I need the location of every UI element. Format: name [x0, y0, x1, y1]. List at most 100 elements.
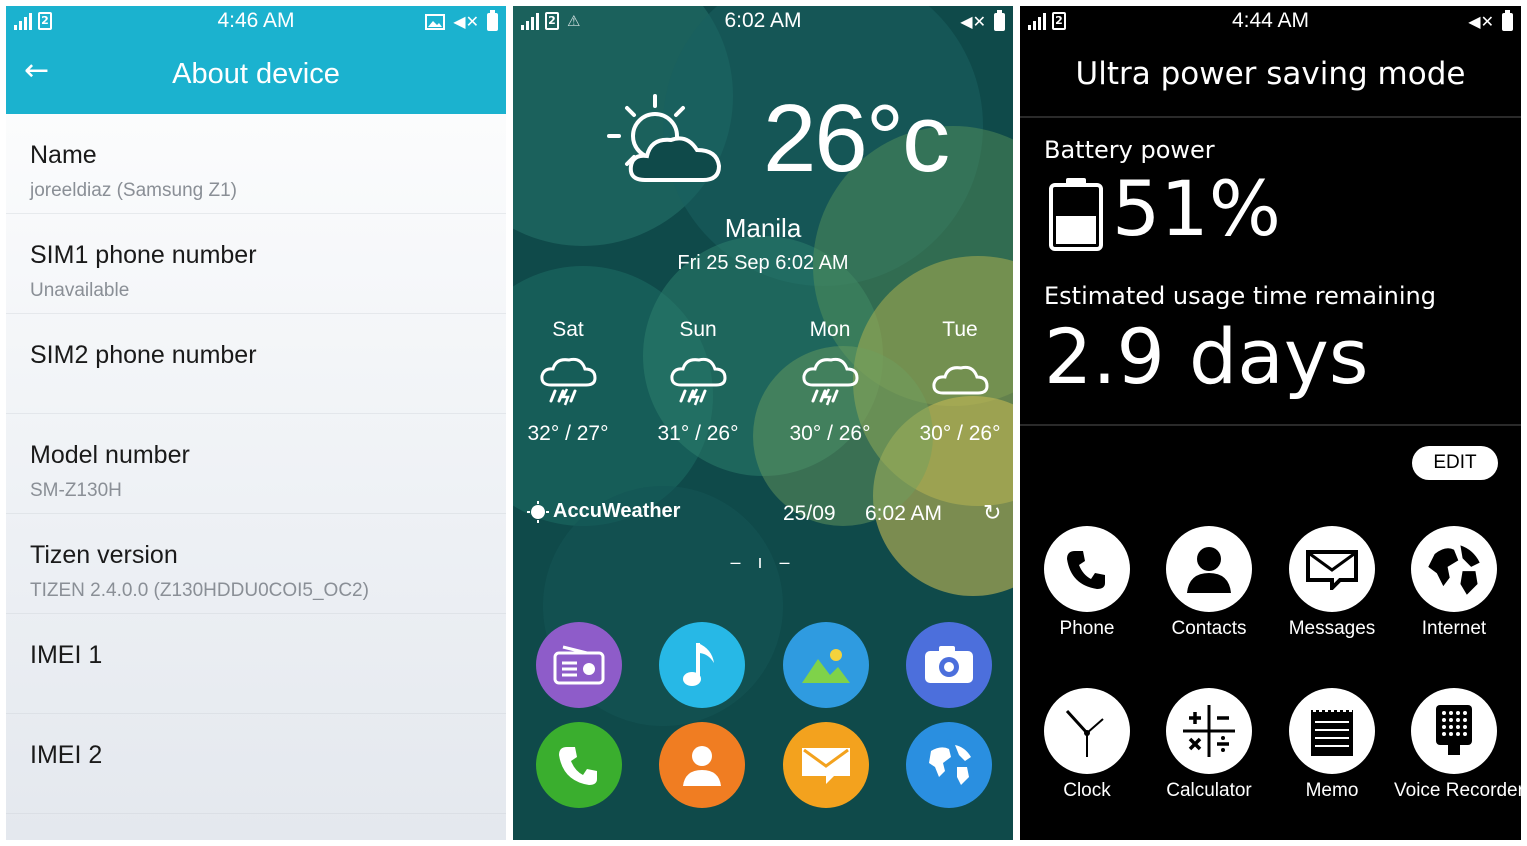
- app-label: Voice Recorder: [1394, 780, 1521, 801]
- info-value: joreeldiaz (Samsung Z1): [30, 180, 237, 201]
- phone-icon: [1067, 551, 1105, 589]
- app-label: Clock: [1063, 780, 1111, 801]
- image-notification-icon: [425, 13, 446, 30]
- thunder-rain-icon: [540, 357, 597, 406]
- voice-recorder-icon: [1436, 705, 1472, 755]
- page-title: Ultra power saving mode: [1075, 56, 1466, 92]
- usage-time-label: Estimated usage time remaining: [1044, 282, 1436, 310]
- forecast-day-tue: Tue 30° / 26°: [905, 318, 1013, 446]
- messages-icon: [1306, 550, 1358, 590]
- battery-icon: [994, 9, 1005, 31]
- clock-icon: [1065, 709, 1104, 757]
- ups-app-voice-recorder[interactable]: Voice Recorder: [1394, 688, 1521, 802]
- city-name: Manila: [724, 213, 802, 243]
- page-title: About device: [172, 58, 340, 90]
- battery-icon: [1502, 9, 1513, 31]
- info-value: TIZEN 2.4.0.0 (Z130HDDU0COI5_OC2): [30, 580, 369, 601]
- forecast-day-mon: Mon 30° / 26°: [775, 318, 885, 446]
- about-device-screen: 2 4:46 AM ◀✕ ← About device Name joreeld…: [6, 6, 506, 840]
- forecast-day-sat: Sat 32° / 27°: [513, 318, 623, 446]
- cloud-icon: [932, 365, 989, 395]
- info-value: Unavailable: [30, 280, 130, 301]
- phone-app[interactable]: [536, 722, 622, 808]
- internet-icon: [923, 739, 975, 791]
- forecast-day-label: Tue: [942, 318, 978, 341]
- ups-app-contacts[interactable]: Contacts: [1149, 526, 1269, 640]
- camera-app[interactable]: [906, 622, 992, 708]
- ups-app-phone[interactable]: Phone: [1027, 526, 1147, 640]
- sun-cloud-icon: [607, 94, 722, 182]
- info-row-sim2[interactable]: SIM2 phone number: [6, 314, 506, 414]
- status-time: 4:44 AM: [1231, 9, 1310, 32]
- info-label: Model number: [30, 441, 190, 469]
- edit-button[interactable]: EDIT: [1412, 446, 1498, 480]
- radio-app[interactable]: [536, 622, 622, 708]
- app-label: Calculator: [1166, 780, 1252, 801]
- info-row-tizen[interactable]: Tizen version TIZEN 2.4.0.0 (Z130HDDU0CO…: [6, 514, 506, 614]
- forecast-day-label: Sun: [679, 318, 717, 341]
- info-label: SIM2 phone number: [30, 341, 257, 369]
- status-bar: 2 ⚠ 6:02 AM ◀✕: [513, 6, 1013, 36]
- info-row-imei2[interactable]: IMEI 2: [6, 714, 506, 814]
- app-label: Contacts: [1171, 618, 1247, 639]
- refresh-icon[interactable]: ↻: [983, 500, 1001, 526]
- forecast-range: 31° / 26°: [657, 422, 739, 445]
- updated-time: 6:02 AM: [865, 502, 943, 525]
- forecast-range: 32° / 27°: [527, 422, 609, 445]
- messages-app[interactable]: [783, 722, 869, 808]
- ups-app-clock[interactable]: Clock: [1027, 688, 1147, 802]
- mute-icon: ◀✕: [453, 12, 479, 31]
- thunder-rain-icon: [670, 357, 727, 406]
- forecast-day-label: Sat: [552, 318, 584, 341]
- contacts-app[interactable]: [659, 722, 745, 808]
- contacts-icon: [1187, 547, 1231, 593]
- device-info-list: Name joreeldiaz (Samsung Z1) SIM1 phone …: [6, 114, 506, 814]
- app-label: Messages: [1288, 618, 1376, 639]
- forecast-range: 30° / 26°: [789, 422, 871, 445]
- app-label: Internet: [1421, 618, 1487, 639]
- battery-power-value: 51%: [1112, 164, 1281, 253]
- globe-icon: [1428, 545, 1480, 595]
- status-bar: 2 4:44 AM ◀✕: [1020, 6, 1521, 36]
- info-label: Tizen version: [30, 541, 178, 569]
- info-value: SM-Z130H: [30, 480, 122, 501]
- home-weather-screen: 2 ⚠ 6:02 AM ◀✕ 26°c Manila Fri 25 Sep 6:…: [513, 6, 1013, 840]
- ups-app-calculator[interactable]: Calculator: [1149, 688, 1269, 802]
- ups-app-messages[interactable]: Messages: [1272, 526, 1392, 640]
- app-header: 2 4:46 AM ◀✕ ← About device: [6, 6, 506, 114]
- mute-icon: ◀✕: [1468, 12, 1494, 31]
- calculator-icon: [1183, 705, 1235, 757]
- status-bar: 2 4:46 AM ◀✕: [6, 6, 506, 36]
- weather-datetime: Fri 25 Sep 6:02 AM: [677, 252, 849, 274]
- ups-app-internet[interactable]: Internet: [1394, 526, 1514, 640]
- divider: [1020, 424, 1521, 426]
- camera-icon: [925, 646, 973, 683]
- radio-icon: [553, 645, 605, 685]
- mute-icon: ◀✕: [960, 12, 986, 31]
- ups-app-memo[interactable]: Memo: [1272, 688, 1392, 802]
- app-label: Memo: [1305, 780, 1359, 801]
- internet-app[interactable]: [906, 722, 992, 808]
- info-row-model[interactable]: Model number SM-Z130H: [6, 414, 506, 514]
- info-label: SIM1 phone number: [30, 241, 257, 269]
- provider-name: AccuWeather: [553, 500, 681, 522]
- contacts-icon: [683, 746, 721, 786]
- updated-date: 25/09: [783, 502, 836, 525]
- status-time: 6:02 AM: [724, 9, 802, 32]
- gallery-app[interactable]: [783, 622, 869, 708]
- info-row-imei1[interactable]: IMEI 1: [6, 614, 506, 714]
- messages-icon: [802, 748, 850, 784]
- music-icon: [683, 643, 714, 686]
- page-indicator: – ı –: [730, 552, 796, 572]
- thunder-rain-icon: [802, 357, 859, 406]
- battery-power-label: Battery power: [1044, 136, 1215, 164]
- info-row-name[interactable]: Name joreeldiaz (Samsung Z1): [6, 114, 506, 214]
- music-app[interactable]: [659, 622, 745, 708]
- forecast-range: 30° / 26°: [919, 422, 1001, 445]
- phone-icon: [559, 747, 597, 785]
- accuweather-logo-icon: [527, 500, 549, 523]
- ultra-power-saving-screen: 2 4:44 AM ◀✕ Ultra power saving mode Bat…: [1020, 6, 1521, 840]
- gallery-icon: [802, 649, 850, 683]
- info-row-sim1[interactable]: SIM1 phone number Unavailable: [6, 214, 506, 314]
- battery-icon: [487, 9, 498, 31]
